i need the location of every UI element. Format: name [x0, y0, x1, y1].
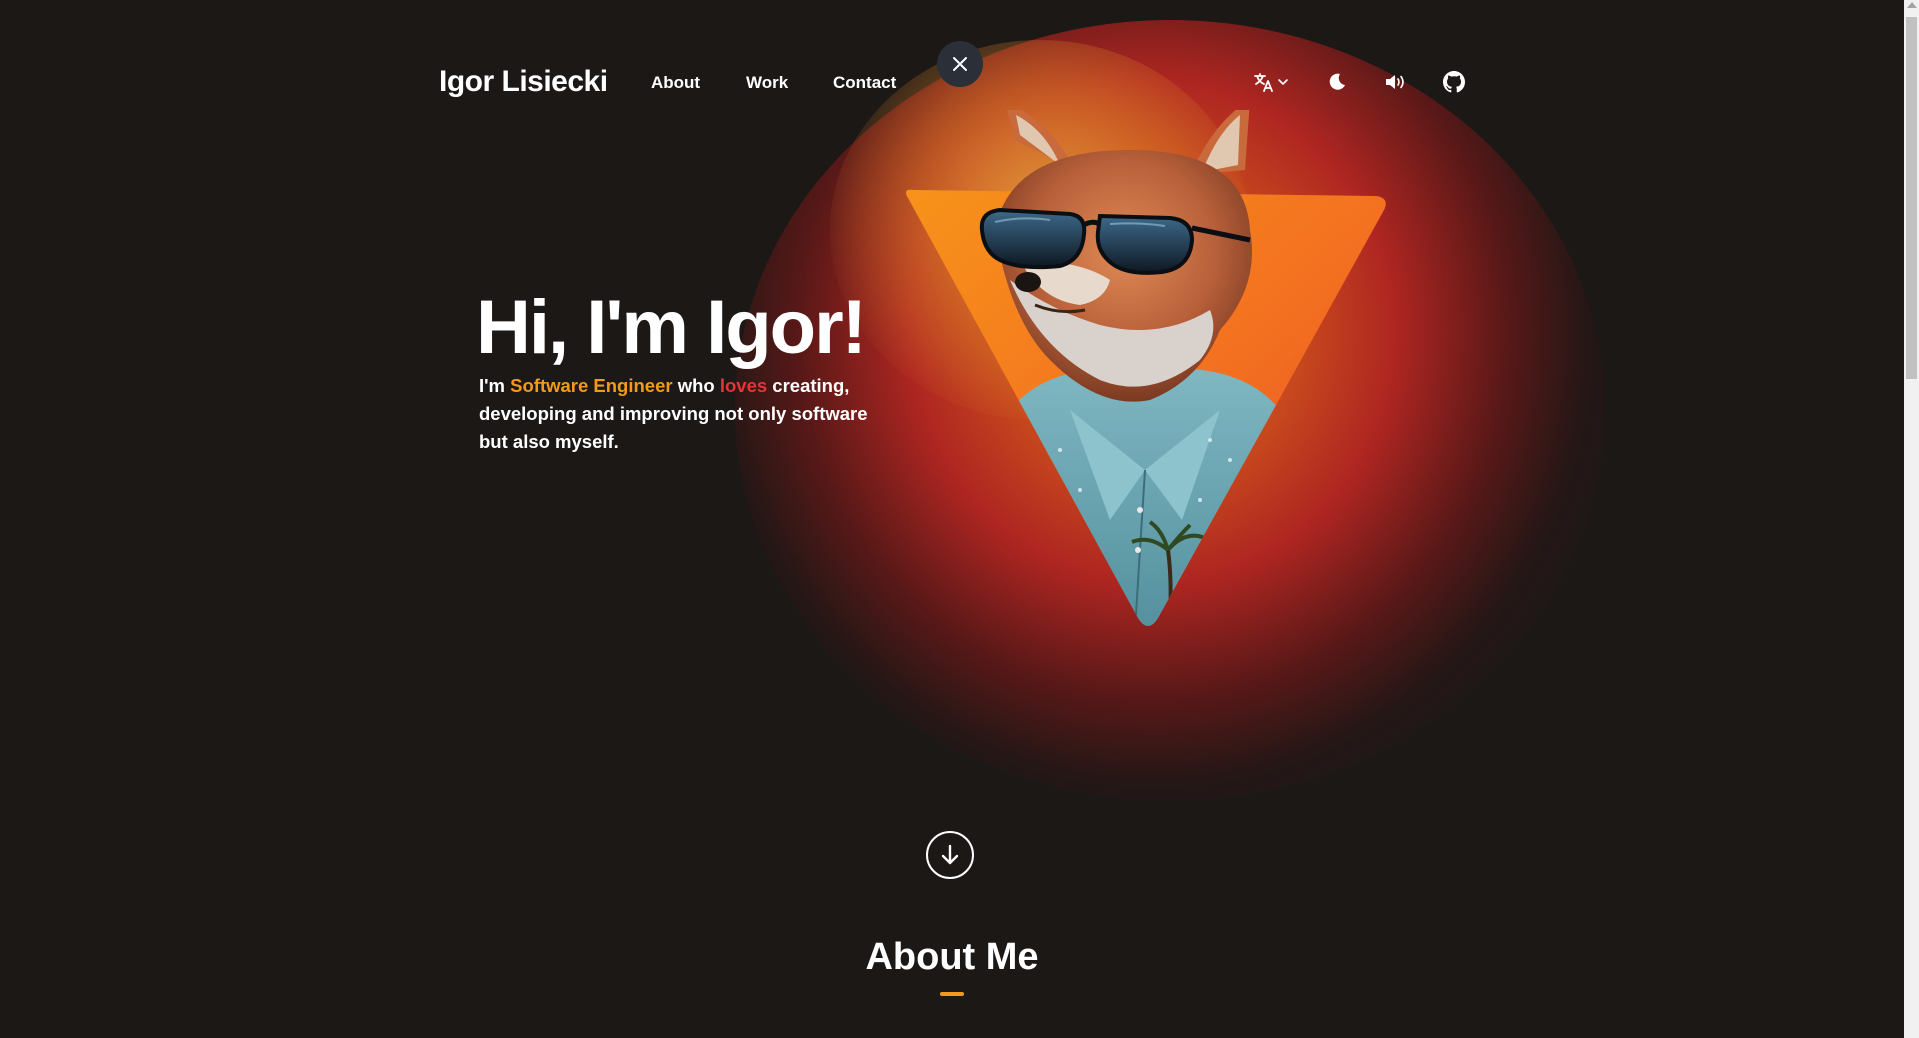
nav-link-work[interactable]: Work: [746, 72, 788, 94]
scrollbar-thumb[interactable]: [1906, 17, 1917, 379]
hero-desc-role: Software Engineer: [510, 375, 673, 396]
about-section-title: About Me: [865, 936, 1039, 978]
hero-desc-prefix: I'm: [479, 375, 511, 396]
about-title-underline: [940, 992, 964, 996]
github-icon: [1443, 71, 1465, 93]
page: Igor Lisiecki About Work Contact Hi, I'm…: [0, 0, 1919, 1038]
theme-toggle[interactable]: [1322, 68, 1352, 96]
hero-description: I'm Software Engineer who loves creating…: [479, 372, 899, 456]
scroll-down-button[interactable]: [926, 831, 974, 879]
github-link[interactable]: [1439, 68, 1469, 96]
chevron-down-icon: [1278, 79, 1288, 85]
site-logo[interactable]: Igor Lisiecki: [439, 62, 608, 102]
close-button[interactable]: [937, 41, 983, 87]
sound-toggle[interactable]: [1381, 68, 1411, 96]
hero-desc-who: who: [672, 375, 720, 396]
moon-icon: [1329, 73, 1345, 90]
hero-title: Hi, I'm Igor!: [476, 285, 867, 370]
nav-link-contact[interactable]: Contact: [833, 72, 896, 94]
translate-icon: [1254, 73, 1273, 92]
scroll-up-arrow-icon[interactable]: [1907, 2, 1917, 8]
fox-illustration: [900, 100, 1392, 635]
arrow-down-icon: [941, 844, 959, 865]
close-icon: [953, 57, 967, 71]
hero-desc-loves: loves: [719, 375, 768, 396]
volume-icon: [1386, 75, 1404, 89]
nav-link-about[interactable]: About: [651, 72, 700, 94]
site-header: Igor Lisiecki About Work Contact: [0, 0, 1919, 140]
language-select[interactable]: [1251, 68, 1291, 96]
